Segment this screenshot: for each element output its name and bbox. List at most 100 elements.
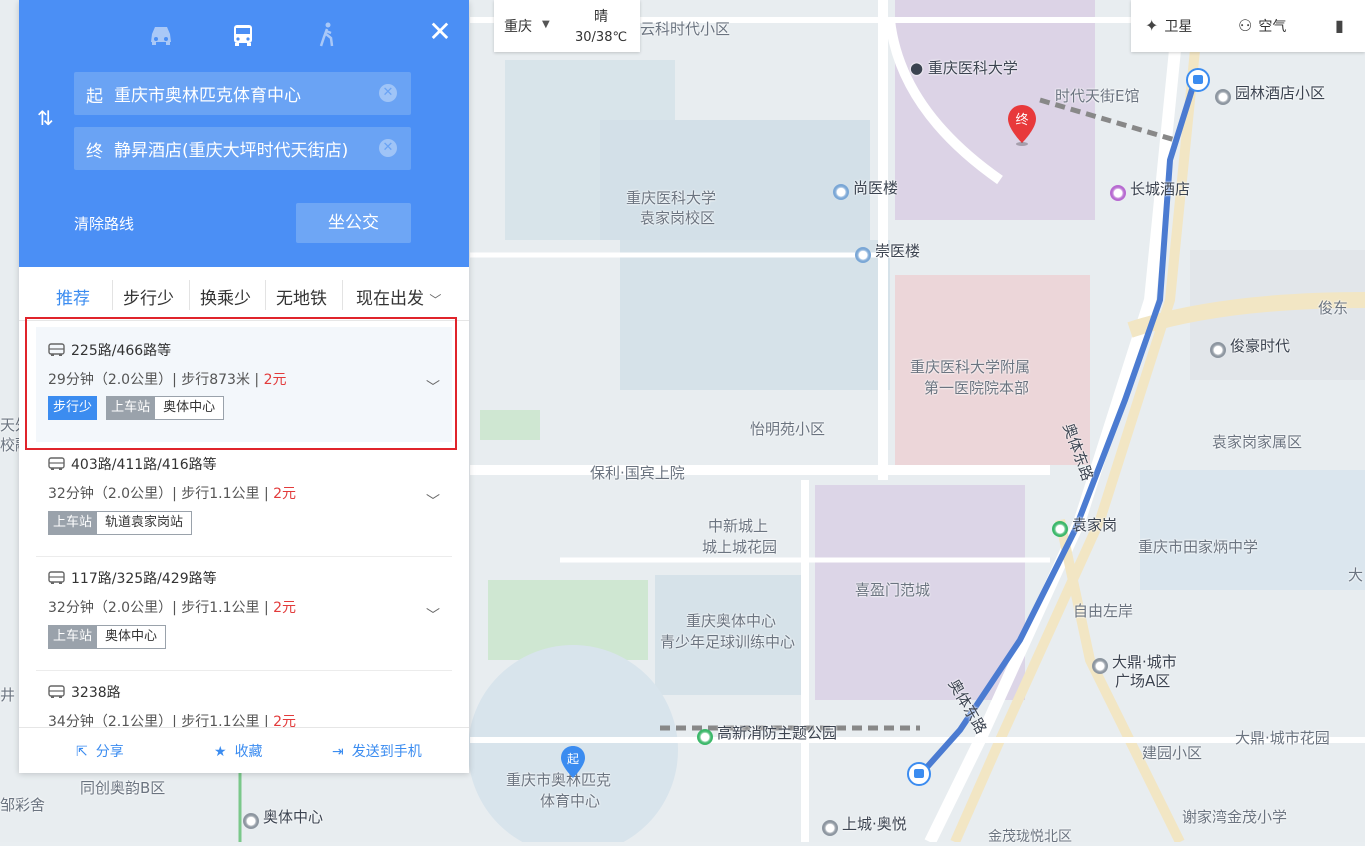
map-label: ● 上城·奥悦	[822, 813, 907, 836]
route-time: 32分钟（2.0公里）| 步行1.1公里 |	[48, 600, 269, 616]
map-label: 重庆市田家炳中学	[1138, 538, 1259, 556]
map-label: 云科时代小区	[640, 20, 731, 38]
car-icon[interactable]	[146, 20, 176, 50]
map-label: 袁家岗校区	[640, 209, 716, 227]
poi-icon: ●	[1092, 658, 1108, 674]
start-input[interactable]	[114, 72, 364, 115]
map-label: 同创奥韵B区	[80, 779, 166, 797]
satellite-label: 卫星	[1164, 19, 1193, 35]
map-label: 建园小区	[1142, 744, 1203, 762]
send-label: 发送到手机	[351, 744, 422, 760]
tab-fewer-transfers[interactable]: 换乘少	[200, 284, 251, 309]
tab-divider	[189, 280, 190, 310]
route-lines: 117路/325路/429路等	[48, 568, 217, 588]
poi-icon: ●	[822, 820, 838, 836]
bus-icon	[48, 571, 65, 584]
air-quality-toggle[interactable]: ⚇ 空气	[1238, 16, 1286, 36]
map-label: 邹彩舍	[0, 796, 46, 814]
map-label: 青少年足球训练中心	[660, 633, 796, 651]
map-label-text: 园林酒店小区	[1235, 84, 1326, 102]
tab-divider	[265, 280, 266, 310]
metro-station-icon: ●	[1052, 521, 1068, 537]
board-tag: 上车站	[48, 625, 98, 649]
map-label-text: 俊豪时代	[1230, 337, 1291, 355]
end-field[interactable]: 终 ✕	[74, 127, 411, 170]
tab-divider	[112, 280, 113, 310]
map-label: ● 长城酒店	[1110, 178, 1190, 201]
route-price: 2元	[273, 600, 297, 616]
map-label: 广场A区	[1115, 672, 1171, 690]
favorite-label: 收藏	[234, 744, 263, 760]
map-label: 重庆奥体中心	[686, 612, 777, 630]
end-input[interactable]	[114, 127, 364, 170]
map-label-text: 尚医楼	[853, 179, 899, 197]
depart-time-label: 现在出发	[356, 289, 424, 309]
tab-no-subway[interactable]: 无地铁	[276, 284, 327, 309]
clear-start-icon[interactable]: ✕	[379, 84, 397, 102]
map-label-text: 长城酒店	[1130, 180, 1191, 198]
route-options-tabs: 推荐 步行少 换乘少 无地铁 现在出发 ﹀	[19, 268, 469, 321]
route-option[interactable]: 403路/411路/416路等 32分钟（2.0公里）| 步行1.1公里 | 2…	[36, 443, 452, 555]
map-controls: ✦ 卫星 ⚇ 空气 ▮	[1131, 0, 1365, 52]
station-tag: 奥体中心	[97, 625, 167, 649]
weather-widget[interactable]: 重庆 ▼ 晴 30/38℃	[494, 0, 640, 52]
route-price: 2元	[273, 714, 297, 727]
route-lines-text: 3238路	[71, 685, 121, 701]
map-label-text: 奥体中心	[263, 808, 324, 826]
send-to-phone-button[interactable]: ⇥ 发送到手机	[332, 741, 422, 761]
poi-icon: ●	[1210, 342, 1226, 358]
map-label-text: 高新消防主题公园	[717, 724, 838, 742]
route-search-header: ✕ ⇅ 起 ✕ 终 ✕ 清除路线 坐公交	[19, 0, 469, 267]
caret-down-icon[interactable]: ▼	[542, 19, 550, 30]
close-icon[interactable]: ✕	[427, 18, 453, 46]
map-label: ● 奥体中心	[243, 806, 323, 829]
share-button[interactable]: ⇱ 分享	[76, 741, 124, 761]
map-label: 井	[0, 686, 16, 704]
map-label-text: 上城·奥悦	[842, 815, 907, 833]
map-label-text: 袁家岗	[1072, 516, 1118, 534]
bus-stop-icon[interactable]	[1186, 68, 1210, 92]
start-marker-icon[interactable]: 起	[559, 744, 587, 784]
traffic-toggle[interactable]: ▮	[1335, 16, 1350, 35]
map-label: ● 高新消防主题公园	[697, 722, 837, 745]
map-label: 喜盈门范城	[855, 581, 931, 599]
start-field[interactable]: 起 ✕	[74, 72, 411, 115]
map-label: 自由左岸	[1073, 602, 1134, 620]
route-summary: 32分钟（2.0公里）| 步行1.1公里 | 2元	[48, 597, 296, 617]
route-time: 32分钟（2.0公里）| 步行1.1公里 |	[48, 486, 269, 502]
depart-time-dropdown[interactable]: 现在出发 ﹀	[356, 284, 441, 309]
route-time: 34分钟（2.1公里）| 步行1.1公里 |	[48, 714, 269, 727]
route-option[interactable]: 117路/325路/429路等 32分钟（2.0公里）| 步行1.1公里 | 2…	[36, 557, 452, 669]
end-marker-icon[interactable]: 终	[1005, 103, 1039, 147]
city-selector[interactable]: 重庆	[504, 16, 532, 36]
share-label: 分享	[95, 744, 124, 760]
board-tag: 上车站	[48, 511, 98, 535]
route-summary: 32分钟（2.0公里）| 步行1.1公里 | 2元	[48, 483, 296, 503]
route-option[interactable]: 3238路 34分钟（2.1公里）| 步行1.1公里 | 2元	[36, 671, 452, 727]
bus-icon[interactable]	[228, 20, 258, 50]
tab-divider	[342, 280, 343, 310]
take-bus-button[interactable]: 坐公交	[296, 203, 411, 243]
bus-stop-icon[interactable]	[907, 762, 931, 786]
hotel-poi-icon: ●	[1110, 185, 1126, 201]
satellite-toggle[interactable]: ✦ 卫星	[1145, 16, 1192, 36]
clear-end-icon[interactable]: ✕	[379, 139, 397, 157]
share-icon: ⇱	[76, 744, 88, 760]
tab-less-walking[interactable]: 步行少	[123, 284, 174, 309]
walk-icon[interactable]	[312, 20, 342, 50]
map-label: 体育中心	[540, 792, 601, 810]
route-lines: 403路/411路/416路等	[48, 454, 217, 474]
route-lines: 3238路	[48, 682, 121, 702]
chevron-down-icon[interactable]: ﹀	[426, 491, 440, 511]
clear-route-link[interactable]: 清除路线	[74, 213, 134, 234]
tab-recommended[interactable]: 推荐	[56, 284, 90, 309]
map-label: 重庆医科大学	[626, 189, 717, 207]
favorite-button[interactable]: ★ 收藏	[214, 741, 263, 761]
map-label: 谢家湾金茂小学	[1182, 808, 1288, 826]
chevron-down-icon[interactable]: ﹀	[426, 605, 440, 625]
map-label: 金茂珑悦北区	[988, 829, 1072, 845]
swap-direction-icon[interactable]: ⇅	[37, 106, 59, 132]
metro-station-icon: ●	[243, 813, 259, 829]
weather-temperature: 30/38℃	[575, 30, 628, 45]
map-label: 保利·国宾上院	[590, 464, 685, 482]
